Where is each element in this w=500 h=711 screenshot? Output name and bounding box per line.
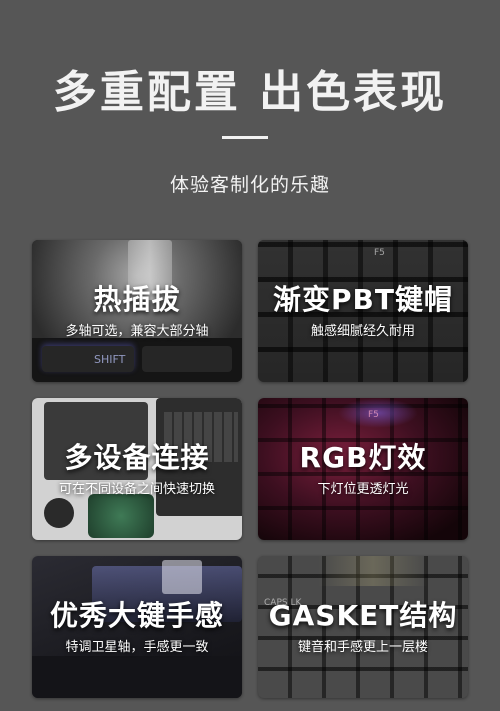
card-subtitle: 特调卫星轴，手感更一致 <box>65 640 209 655</box>
feature-card-multi-device: 多设备连接 可在不同设备之间快速切换 <box>32 398 242 540</box>
card-title: RGB灯效 <box>299 441 427 474</box>
card-title: GASKET结构 <box>268 599 458 632</box>
f5-keycap-legend: F5 <box>374 248 385 258</box>
card-subtitle: 触感细腻经久耐用 <box>310 324 415 339</box>
card-subtitle: 多轴可选，兼容大部分轴 <box>65 324 209 339</box>
card-title: 多设备连接 <box>64 441 210 474</box>
card-subtitle: 下灯位更透灯光 <box>317 482 409 497</box>
shift-keycap-legend: SHIFT <box>94 353 126 366</box>
page-subtitle: 体验客制化的乐趣 <box>169 174 330 196</box>
f5-keycap-legend: F5 <box>368 410 379 420</box>
feature-card-pbt-keycaps: F5 渐变PBT键帽 触感细腻经久耐用 <box>258 240 468 382</box>
page-title: 多重配置 出色表现 <box>52 67 448 118</box>
feature-card-hot-swap: SHIFT 热插拔 多轴可选，兼容大部分轴 <box>32 240 242 382</box>
card-title: 渐变PBT键帽 <box>273 283 453 316</box>
card-subtitle: 键音和手感更上一层楼 <box>297 640 428 655</box>
feature-card-gasket: CAPS LK GASKET结构 键音和手感更上一层楼 <box>258 556 468 698</box>
title-divider <box>222 136 268 139</box>
card-subtitle: 可在不同设备之间快速切换 <box>58 482 215 497</box>
card-title: 热插拔 <box>93 283 181 316</box>
card-title: 优秀大键手感 <box>49 599 224 632</box>
feature-card-stabilizers: 优秀大键手感 特调卫星轴，手感更一致 <box>32 556 242 698</box>
feature-card-rgb: F5 RGB灯效 下灯位更透灯光 <box>258 398 468 540</box>
